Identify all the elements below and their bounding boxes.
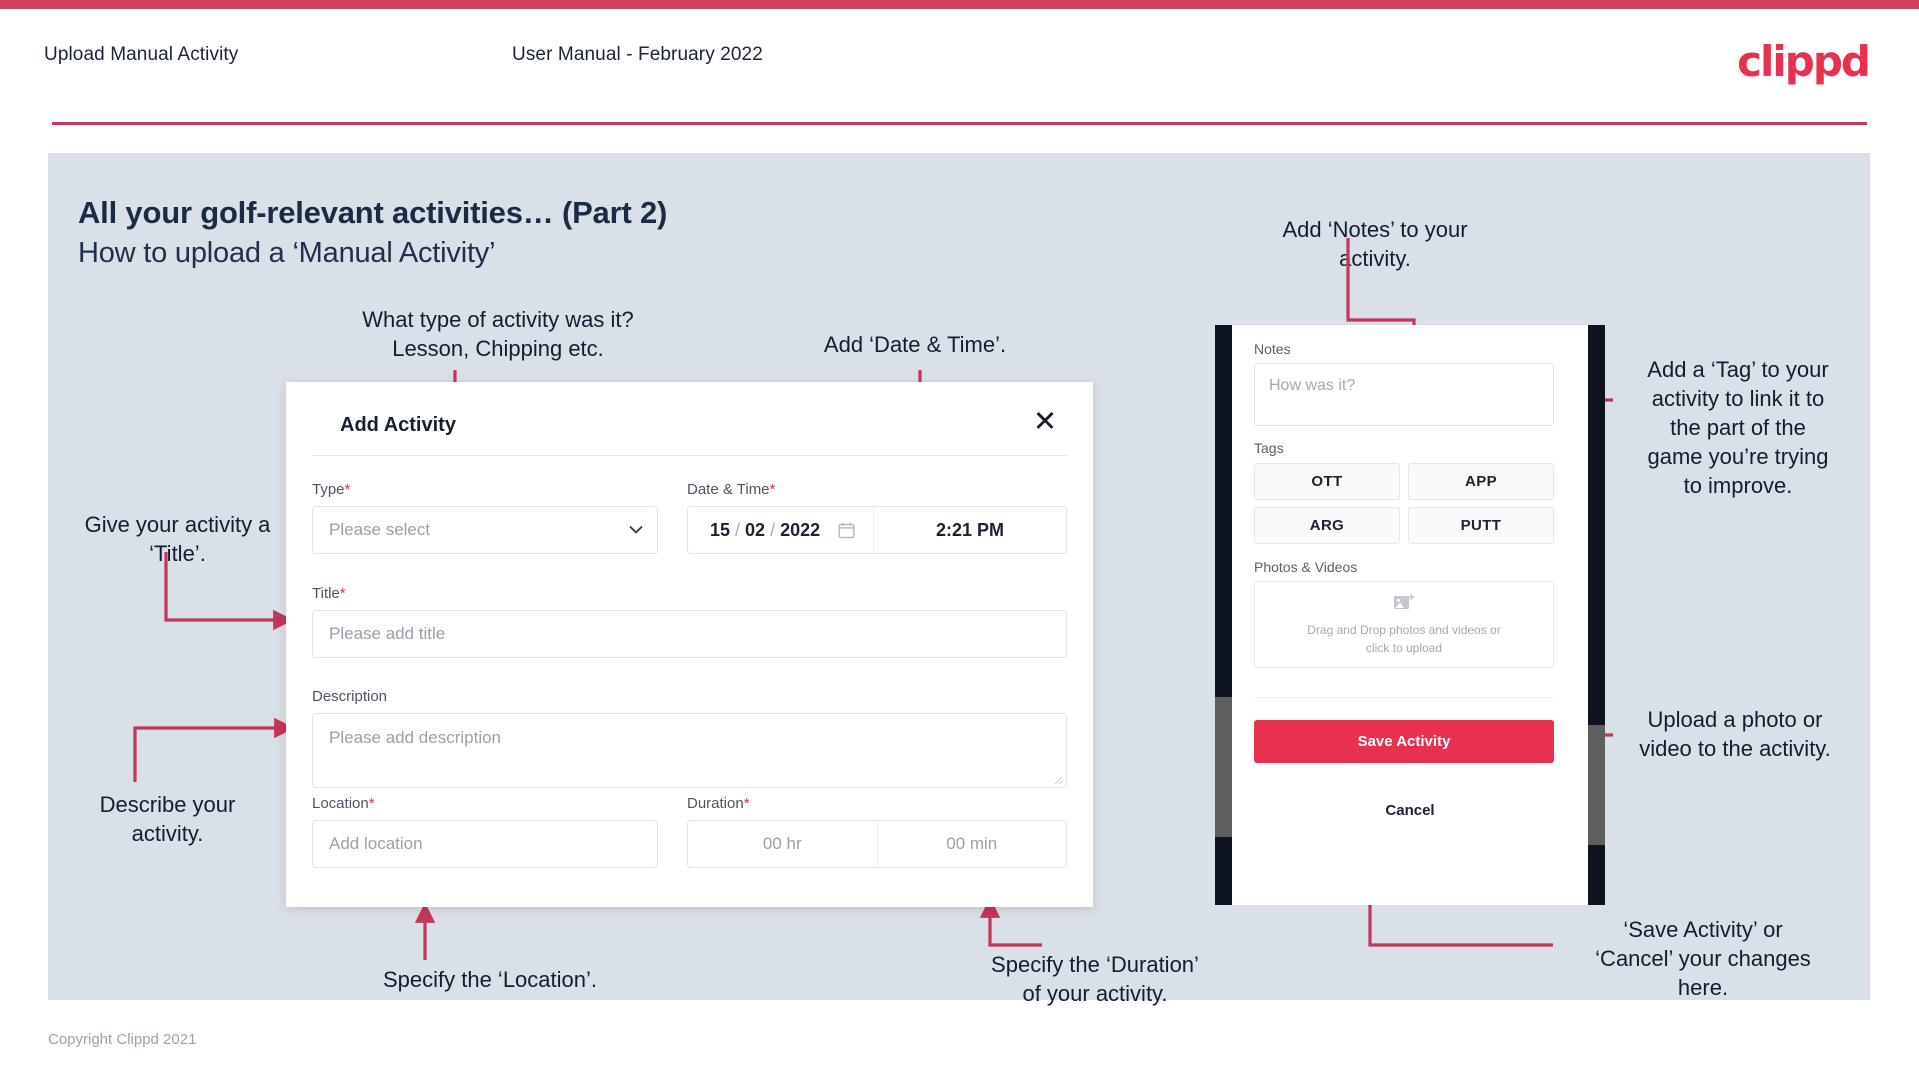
slide-subheading: How to upload a ‘Manual Activity’ (78, 237, 496, 269)
header-left-title: Upload Manual Activity (44, 44, 239, 65)
type-label: Type* (312, 481, 350, 498)
add-image-icon (1393, 593, 1414, 609)
location-label: Location* (312, 795, 375, 812)
header-center-title: User Manual - February 2022 (512, 44, 763, 65)
annotation-duration: Specify the ‘Duration’ of your activity. (991, 952, 1199, 1006)
annotation-save: ‘Save Activity’ or ‘Cancel’ your changes… (1595, 917, 1811, 1000)
annotation-datetime: Add ‘Date & Time’. (823, 332, 1007, 357)
clippd-logo: clippd (1737, 37, 1871, 86)
add-activity-dialog: Add Activity ✕ Type* Please select Date … (286, 382, 1093, 907)
phone-button-right (1588, 725, 1605, 845)
annotation-description: Describe your activity. (99, 792, 236, 846)
annotation-tag: Add a ‘Tag’ to your activity to link it … (1647, 357, 1829, 498)
duration-label: Duration* (687, 795, 750, 812)
calendar-icon[interactable] (838, 522, 855, 539)
description-placeholder: Please add description (329, 728, 502, 747)
location-label-text: Location (312, 795, 369, 812)
location-required-marker: * (368, 795, 375, 812)
annotation-notes: Add ‘Notes’ to your activity. (1282, 217, 1468, 271)
tag-option-arg[interactable]: ARG (1254, 507, 1400, 544)
save-activity-button[interactable]: Save Activity (1254, 720, 1554, 763)
duration-minutes-input[interactable]: 00 min (878, 821, 1067, 867)
type-label-text: Type (312, 481, 345, 498)
datetime-required-marker: * (769, 481, 776, 498)
annotation-photo: Upload a photo or video to the activity. (1639, 707, 1831, 761)
dropzone-text: Drag and Drop photos and videos or click… (1307, 621, 1500, 657)
description-label: Description (312, 688, 387, 705)
dialog-divider (312, 455, 1067, 456)
title-placeholder: Please add title (329, 624, 446, 643)
dialog-title: Add Activity (340, 414, 456, 436)
chevron-down-icon (629, 525, 643, 534)
close-icon[interactable]: ✕ (1027, 404, 1063, 440)
title-input[interactable]: Please add title (312, 610, 1067, 658)
description-textarea[interactable]: Please add description (312, 713, 1067, 788)
duration-required-marker: * (743, 795, 750, 812)
duration-field: 00 hr 00 min (687, 820, 1067, 868)
slide-page: Upload Manual Activity User Manual - Feb… (0, 0, 1919, 1079)
photo-upload-dropzone[interactable]: Drag and Drop photos and videos or click… (1254, 581, 1554, 668)
slide-heading: All your golf-relevant activities… (Part… (78, 195, 668, 230)
tag-option-putt[interactable]: PUTT (1408, 507, 1554, 544)
duration-hours-input[interactable]: 00 hr (688, 821, 878, 867)
date-year: 2022 (780, 519, 821, 540)
title-required-marker: * (339, 585, 346, 602)
header-divider (52, 122, 1867, 125)
date-month: 02 (745, 519, 766, 540)
cancel-button[interactable]: Cancel (1232, 802, 1588, 819)
title-label-text: Title (312, 585, 340, 602)
datetime-field[interactable]: 15 / 02 / 2022 2:21 PM (687, 506, 1067, 554)
duration-label-text: Duration (687, 795, 744, 812)
location-placeholder: Add location (329, 834, 423, 853)
phone-divider (1254, 697, 1554, 698)
photos-label: Photos & Videos (1254, 559, 1358, 575)
date-input[interactable]: 15 / 02 / 2022 (688, 507, 874, 553)
type-select[interactable]: Please select (312, 506, 658, 554)
top-accent-stripe (0, 0, 1919, 9)
phone-mockup: Notes How was it? Tags OTT APP ARG PUTT … (1215, 325, 1605, 905)
time-input[interactable]: 2:21 PM (874, 507, 1066, 553)
copyright-text: Copyright Clippd 2021 (48, 1031, 197, 1048)
description-label-text: Description (312, 688, 388, 705)
annotation-location: Specify the ‘Location’. (382, 967, 598, 992)
tag-option-app[interactable]: APP (1408, 463, 1554, 500)
notes-textarea[interactable]: How was it? (1254, 363, 1554, 426)
tags-label: Tags (1254, 440, 1284, 456)
dropzone-line-1: Drag and Drop photos and videos or (1307, 622, 1501, 637)
date-day: 15 (710, 519, 731, 540)
annotation-title: Give your activity a ‘Title’. (84, 512, 271, 566)
date-sep-1: / (735, 519, 741, 540)
dropzone-line-2: click to upload (1365, 640, 1443, 655)
type-placeholder: Please select (329, 520, 431, 539)
datetime-label-text: Date & Time (687, 481, 770, 498)
location-input[interactable]: Add location (312, 820, 658, 868)
phone-button-left (1215, 697, 1232, 837)
annotation-type: What type of activity was it? Lesson, Ch… (362, 307, 634, 361)
notes-label: Notes (1254, 341, 1291, 357)
type-required-marker: * (344, 481, 351, 498)
title-label: Title* (312, 585, 346, 602)
resize-grip-icon[interactable] (1053, 775, 1063, 785)
phone-screen: Notes How was it? Tags OTT APP ARG PUTT … (1232, 325, 1588, 905)
notes-placeholder: How was it? (1269, 377, 1356, 394)
tag-option-ott[interactable]: OTT (1254, 463, 1400, 500)
datetime-label: Date & Time* (687, 481, 775, 498)
date-sep-2: / (770, 519, 776, 540)
